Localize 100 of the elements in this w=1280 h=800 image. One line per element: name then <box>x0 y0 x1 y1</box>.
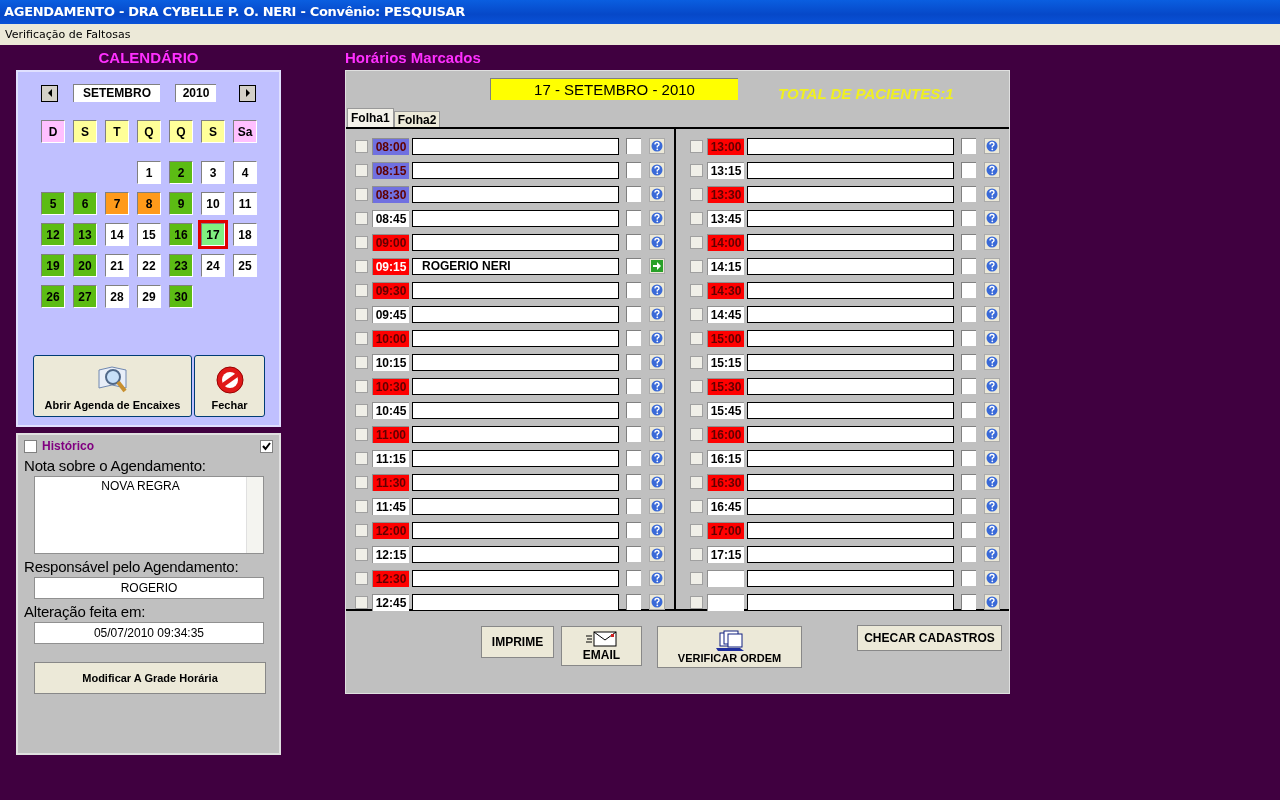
confirm-checkbox[interactable] <box>626 282 641 298</box>
slot-checkbox[interactable] <box>355 475 368 489</box>
modify-schedule-button[interactable]: Modificar A Grade Horária <box>34 662 266 694</box>
calendar-day[interactable]: 3 <box>201 161 225 184</box>
confirm-checkbox[interactable] <box>961 138 976 154</box>
year-field[interactable]: 2010 <box>175 84 216 102</box>
confirm-checkbox[interactable] <box>961 306 976 322</box>
slot-checkbox[interactable] <box>355 283 368 297</box>
calendar-day[interactable]: 21 <box>105 254 129 277</box>
help-button[interactable] <box>649 306 665 322</box>
confirm-checkbox[interactable] <box>626 210 641 226</box>
patient-field[interactable] <box>747 209 954 227</box>
patient-field[interactable] <box>747 449 954 467</box>
help-button[interactable] <box>984 210 1000 226</box>
slot-checkbox[interactable] <box>355 451 368 465</box>
slot-checkbox[interactable] <box>690 235 703 249</box>
confirm-checkbox[interactable] <box>961 186 976 202</box>
confirm-checkbox[interactable] <box>626 498 641 514</box>
slot-checkbox[interactable] <box>355 547 368 561</box>
patient-field[interactable] <box>747 353 954 371</box>
close-button[interactable]: Fechar <box>194 355 265 417</box>
next-month-button[interactable] <box>239 84 256 102</box>
help-button[interactable] <box>649 282 665 298</box>
help-button[interactable] <box>984 162 1000 178</box>
confirm-checkbox[interactable] <box>961 210 976 226</box>
open-agenda-button[interactable]: Abrir Agenda de Encaixes <box>33 355 192 417</box>
calendar-day[interactable]: 14 <box>105 223 129 246</box>
patient-field[interactable] <box>412 425 619 443</box>
calendar-day[interactable]: 4 <box>233 161 257 184</box>
help-button[interactable] <box>649 450 665 466</box>
calendar-day[interactable]: 9 <box>169 192 193 215</box>
email-button[interactable]: EMAIL <box>561 626 642 666</box>
calendar-day[interactable]: 6 <box>73 192 97 215</box>
patient-field[interactable] <box>747 497 954 515</box>
slot-checkbox[interactable] <box>355 403 368 417</box>
patient-field[interactable] <box>412 449 619 467</box>
patient-field[interactable] <box>412 161 619 179</box>
slot-checkbox[interactable] <box>355 307 368 321</box>
slot-checkbox[interactable] <box>690 523 703 537</box>
confirm-checkbox[interactable] <box>961 546 976 562</box>
patient-field[interactable] <box>412 281 619 299</box>
slot-checkbox[interactable] <box>690 163 703 177</box>
patient-field[interactable] <box>412 401 619 419</box>
patient-field[interactable] <box>747 185 954 203</box>
slot-checkbox[interactable] <box>355 163 368 177</box>
toggle-checkbox[interactable] <box>260 439 273 453</box>
confirm-checkbox[interactable] <box>961 426 976 442</box>
calendar-day[interactable]: 13 <box>73 223 97 246</box>
confirm-checkbox[interactable] <box>626 546 641 562</box>
confirm-checkbox[interactable] <box>626 330 641 346</box>
patient-field[interactable] <box>747 329 954 347</box>
action-button[interactable]: IMPRIME <box>481 626 554 658</box>
confirm-checkbox[interactable] <box>626 474 641 490</box>
arrow-button[interactable] <box>649 258 665 274</box>
patient-field[interactable] <box>412 209 619 227</box>
calendar-day[interactable]: 7 <box>105 192 129 215</box>
help-button[interactable] <box>649 522 665 538</box>
patient-field[interactable] <box>412 353 619 371</box>
slot-checkbox[interactable] <box>355 187 368 201</box>
slot-checkbox[interactable] <box>690 355 703 369</box>
calendar-day[interactable]: 28 <box>105 285 129 308</box>
patient-field[interactable] <box>747 161 954 179</box>
slot-checkbox[interactable] <box>355 571 368 585</box>
verify-order-button[interactable]: VERIFICAR ORDEM <box>657 626 802 668</box>
confirm-checkbox[interactable] <box>626 570 641 586</box>
calendar-day[interactable]: 23 <box>169 254 193 277</box>
slot-checkbox[interactable] <box>690 427 703 441</box>
help-button[interactable] <box>649 498 665 514</box>
help-button[interactable] <box>984 258 1000 274</box>
confirm-checkbox[interactable] <box>961 570 976 586</box>
confirm-checkbox[interactable] <box>961 258 976 274</box>
help-button[interactable] <box>649 426 665 442</box>
confirm-checkbox[interactable] <box>961 330 976 346</box>
patient-field[interactable] <box>412 593 619 611</box>
calendar-day[interactable]: 24 <box>201 254 225 277</box>
confirm-checkbox[interactable] <box>626 354 641 370</box>
calendar-day[interactable]: 12 <box>41 223 65 246</box>
help-button[interactable] <box>984 378 1000 394</box>
patient-field[interactable] <box>747 545 954 563</box>
patient-field[interactable] <box>412 377 619 395</box>
help-button[interactable] <box>649 162 665 178</box>
slot-checkbox[interactable] <box>690 547 703 561</box>
calendar-day[interactable]: 19 <box>41 254 65 277</box>
calendar-day[interactable]: 25 <box>233 254 257 277</box>
help-button[interactable] <box>984 450 1000 466</box>
slot-checkbox[interactable] <box>690 595 703 609</box>
calendar-day[interactable]: 18 <box>233 223 257 246</box>
help-button[interactable] <box>649 474 665 490</box>
note-field[interactable]: NOVA REGRA <box>34 476 264 554</box>
confirm-checkbox[interactable] <box>626 162 641 178</box>
calendar-day[interactable]: 30 <box>169 285 193 308</box>
confirm-checkbox[interactable] <box>626 426 641 442</box>
slot-checkbox[interactable] <box>690 259 703 273</box>
patient-field[interactable] <box>412 521 619 539</box>
help-button[interactable] <box>984 306 1000 322</box>
menu-item[interactable]: Verificação de Faltosas <box>5 28 131 41</box>
patient-field[interactable] <box>412 545 619 563</box>
patient-field[interactable] <box>747 305 954 323</box>
slot-checkbox[interactable] <box>355 595 368 609</box>
help-button[interactable] <box>984 426 1000 442</box>
